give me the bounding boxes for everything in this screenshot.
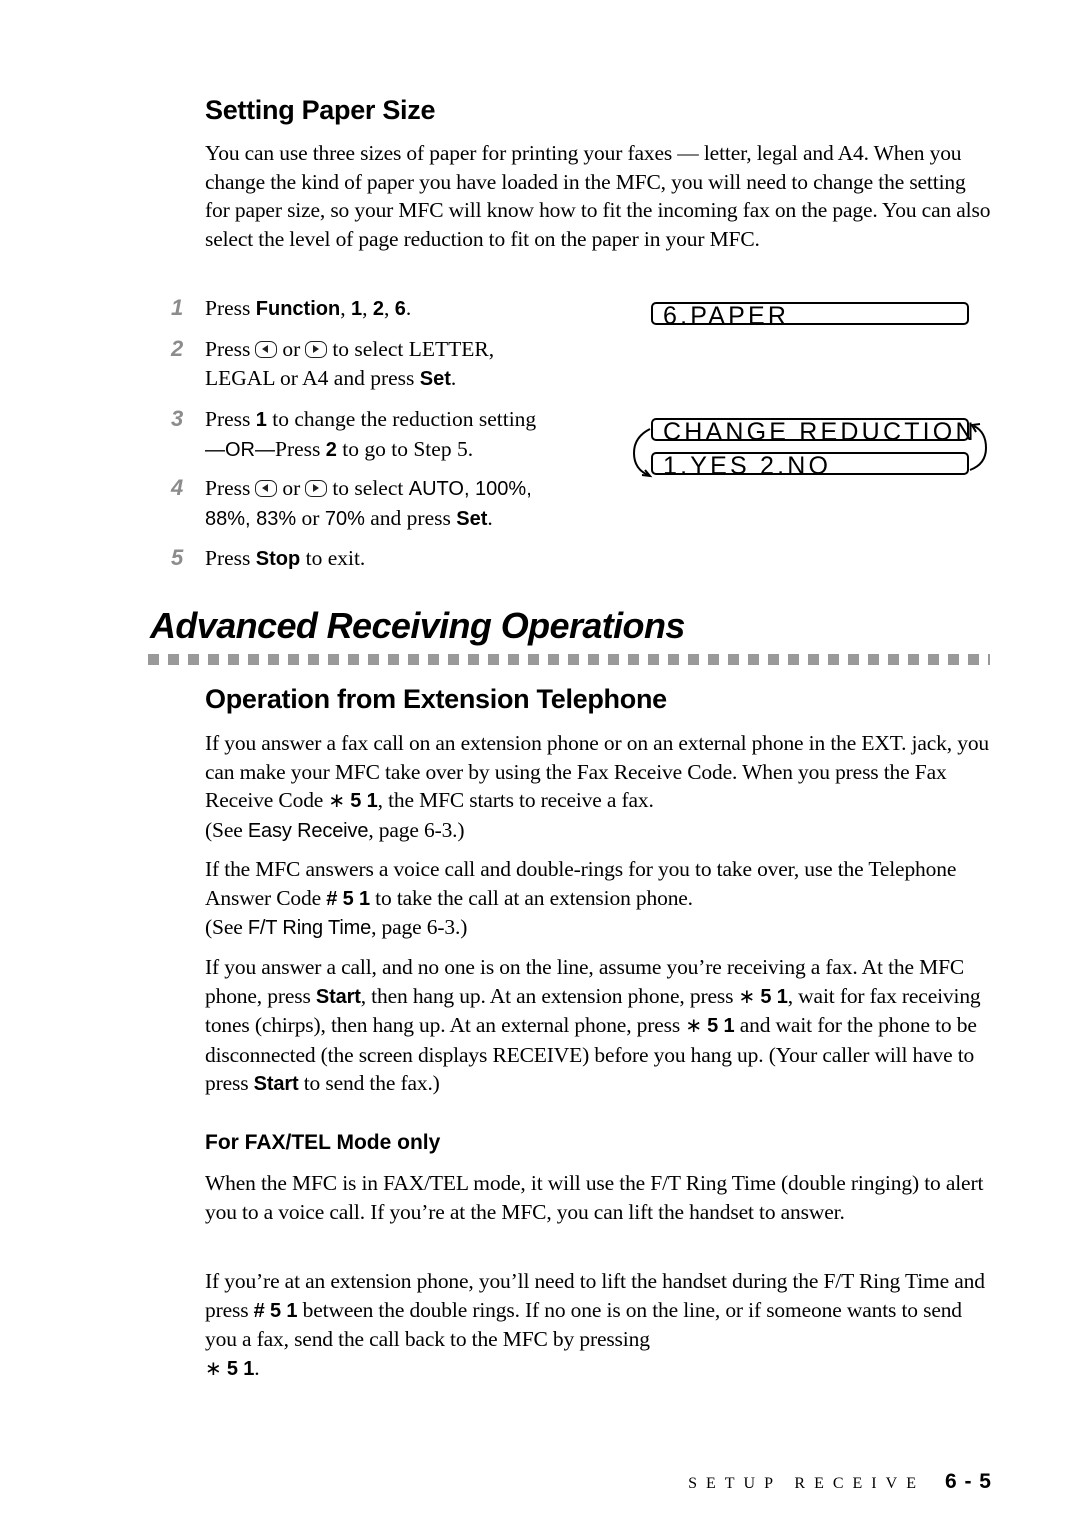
- step-text: Press: [205, 476, 251, 500]
- paragraph-text: (See: [205, 915, 248, 939]
- subheading-extension-telephone: Operation from Extension Telephone: [205, 684, 667, 714]
- key-start: Start: [315, 985, 361, 1008]
- page-footer: SETUP RECEIVE 6 - 5: [688, 1470, 992, 1494]
- key-1: 1: [255, 409, 267, 431]
- section-heading-setting-paper-size: Setting Paper Size: [205, 95, 436, 125]
- step-number: 4: [171, 475, 184, 500]
- right-arrow-key-icon: [305, 341, 328, 358]
- left-arrow-key-icon: [255, 341, 278, 358]
- step-text: to exit.: [300, 546, 366, 570]
- step-3: 3 Press 1 to change the reduction settin…: [171, 405, 605, 464]
- step-text: .: [450, 365, 457, 390]
- right-arrow-key-icon: [305, 480, 328, 497]
- paragraph-fax-receive-code: If you answer a fax call on an extension…: [205, 729, 995, 845]
- link-ft-ring-time[interactable]: F/T Ring Time: [248, 917, 371, 939]
- key-1: 1: [350, 298, 363, 320]
- step-text: ,: [340, 296, 351, 320]
- key-6: 6: [394, 298, 406, 320]
- footer-chapter: SETUP RECEIVE: [688, 1475, 925, 1492]
- step-text: Press: [205, 296, 256, 320]
- paragraph-text: , then hang up. At an extension phone, p…: [360, 983, 739, 1008]
- step-2: 2 Press or to select LETTER, LEGAL or A4 a…: [171, 335, 605, 393]
- reduction-options: 70%: [324, 507, 365, 530]
- step-text: ,: [362, 296, 373, 320]
- key-set: Set: [456, 507, 488, 530]
- subheading-fax-tel-mode: For FAX/TEL Mode only: [205, 1131, 441, 1154]
- page-number: 6 - 5: [944, 1470, 992, 1493]
- step-text: or: [296, 505, 325, 530]
- or-separator: —OR—: [205, 438, 275, 461]
- step-text: or: [282, 476, 301, 500]
- section-divider: [148, 654, 990, 665]
- paragraph-fax-tel-mode: When the MFC is in FAX/TEL mode, it will…: [205, 1171, 984, 1224]
- star-key-icon: ∗: [205, 1355, 222, 1380]
- paragraph-text: (See: [205, 817, 248, 842]
- step-text: .: [405, 296, 412, 320]
- key-2: 2: [372, 298, 384, 320]
- star-key-icon: ∗: [685, 1013, 702, 1037]
- fax-receive-code: 5 1: [226, 1357, 255, 1380]
- telephone-answer-code: # 5 1: [253, 1299, 298, 1322]
- intro-paragraph: You can use three sizes of paper for pri…: [205, 141, 991, 251]
- step-text: LEGAL or A4 and press: [205, 365, 420, 390]
- step-number: 1: [171, 295, 184, 320]
- key-set: Set: [419, 367, 451, 390]
- step-text: to select: [332, 476, 409, 500]
- cycle-arrow-right-icon: [969, 423, 988, 471]
- star-key-icon: ∗: [328, 788, 346, 812]
- step-number: 2: [171, 336, 184, 361]
- paragraph-telephone-answer-code: If the MFC answers a voice call and doub…: [205, 855, 995, 943]
- lcd-screen-change-reduction-line1: CHANGE REDUCTION: [651, 418, 974, 445]
- step-text: to change the reduction setting: [266, 407, 537, 431]
- left-arrow-key-icon: [255, 480, 278, 497]
- step-text: or: [282, 337, 301, 361]
- key-function: Function: [255, 298, 341, 320]
- paragraph-no-one-on-line: If you answer a call, and no one is on t…: [205, 953, 995, 1099]
- step-text: Press: [205, 546, 256, 570]
- step-text: ,: [383, 296, 395, 320]
- fax-receive-code: 5 1: [707, 1015, 735, 1037]
- paragraph-text: , the MFC starts to receive a fax.: [377, 788, 654, 812]
- paragraph-text: between the double rings. If no one is o…: [205, 1297, 962, 1352]
- chapter-section-title: Advanced Receiving Operations: [150, 605, 685, 646]
- star-key-icon: ∗: [738, 983, 756, 1008]
- step-text: .: [487, 505, 493, 530]
- paragraph-text: to send the fax.): [298, 1071, 440, 1095]
- lcd-screen-change-reduction-line2: 1.YES 2.NO: [651, 452, 969, 479]
- step-5: 5 Press Stop to exit.: [171, 544, 605, 574]
- step-number: 3: [171, 406, 184, 431]
- reduction-options: AUTO, 100%,: [408, 478, 532, 500]
- lcd-screen-paper: 6.PAPER: [651, 302, 969, 329]
- key-start: Start: [253, 1073, 299, 1095]
- key-2: 2: [325, 438, 337, 461]
- step-text: to go to Step 5.: [336, 436, 474, 461]
- paragraph-text: , page 6-3.): [368, 817, 465, 842]
- paragraph-text: , page 6-3.): [371, 915, 468, 939]
- fax-receive-code: 5 1: [760, 985, 788, 1008]
- step-text: Press: [205, 407, 256, 431]
- paragraph-text: .: [254, 1355, 260, 1380]
- step-text: and press: [364, 505, 457, 530]
- cycle-arrow-left-icon: [632, 428, 653, 478]
- link-easy-receive[interactable]: Easy Receive: [248, 820, 369, 842]
- step-1: 1 Press Function, 1, 2, 6.: [171, 294, 605, 324]
- reduction-options: 88%, 83%: [205, 507, 297, 530]
- step-text: Press: [205, 337, 251, 361]
- step-text: to select LETTER,: [332, 337, 495, 361]
- step-number: 5: [171, 545, 184, 570]
- key-stop: Stop: [255, 548, 301, 570]
- step-text: Press: [275, 436, 326, 461]
- telephone-answer-code: # 5 1: [326, 887, 370, 910]
- paragraph-extension-phone: If you’re at an extension phone, you’ll …: [205, 1267, 995, 1383]
- fax-receive-code: 5 1: [350, 790, 378, 812]
- paragraph-text: to take the call at an extension phone.: [369, 885, 693, 910]
- step-4: 4 Press or to select AUTO, 100%, 88%, 83% …: [171, 474, 625, 533]
